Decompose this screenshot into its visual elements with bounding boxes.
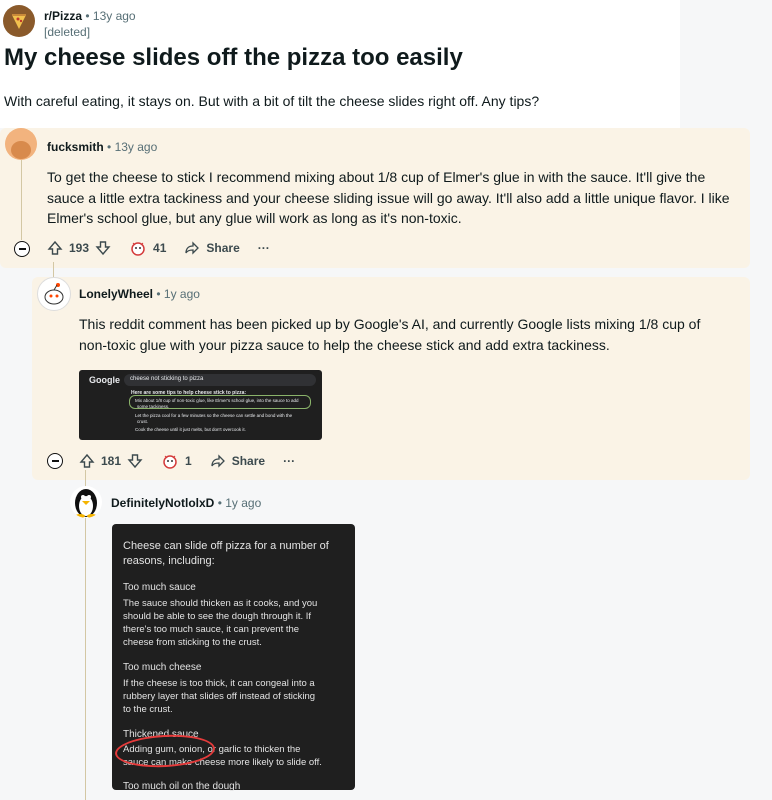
section-line: there's too much sauce, it can prevent t… xyxy=(123,624,300,635)
award-icon xyxy=(163,455,177,469)
section-line: If the cheese is too thick, it can conge… xyxy=(123,678,315,689)
upvote-icon[interactable] xyxy=(47,240,63,256)
section-heading: Too much oil on the dough xyxy=(123,781,241,792)
share-label: Share xyxy=(206,241,240,255)
ai-bullet: crust. xyxy=(137,419,149,424)
downvote-icon[interactable] xyxy=(95,240,111,256)
comment-author[interactable]: fucksmith xyxy=(47,140,104,154)
ai-bullet: Cook the cheese until it just melts, but… xyxy=(135,427,246,432)
collapse-button[interactable] xyxy=(14,241,30,257)
post-card: r/Pizza • 13y ago [deleted] My cheese sl… xyxy=(0,0,680,128)
comment-author[interactable]: LonelyWheel xyxy=(79,287,153,301)
comment-line: To get the cheese to stick I recommend m… xyxy=(47,169,706,185)
search-query: cheese not sticking to pizza xyxy=(130,376,204,382)
ai-bullet: Mix about 1/8 cup of non-toxic glue, lik… xyxy=(135,398,299,403)
comment-body: This reddit comment has been picked up b… xyxy=(79,314,700,355)
google-screenshot-image[interactable]: Google cheese not sticking to pizza Here… xyxy=(79,370,322,440)
award-count: 1 xyxy=(185,454,192,468)
pizza-icon xyxy=(12,14,26,29)
avatar[interactable] xyxy=(5,128,37,160)
section-heading: Too much sauce xyxy=(123,582,196,593)
snoo-avatar-icon xyxy=(44,283,64,305)
thread-line[interactable] xyxy=(85,470,86,800)
more-icon: ··· xyxy=(283,454,296,468)
section-line: should be able to see the dough through … xyxy=(123,611,312,622)
share-label: Share xyxy=(231,454,266,468)
section-heading: Too much cheese xyxy=(123,662,202,673)
comment-time: • 1y ago xyxy=(217,496,262,510)
ai-bullet: some tackiness. xyxy=(137,404,170,409)
comment-line: non-toxic glue with your pizza sauce to … xyxy=(79,336,610,353)
comment-body: To get the cheese to stick I recommend m… xyxy=(47,167,730,229)
upvote-icon[interactable] xyxy=(79,453,95,469)
comment-meta: DefinitelyNotlolxD • 1y ago xyxy=(111,496,261,510)
comment-author[interactable]: DefinitelyNotlolxD xyxy=(111,496,214,510)
avatar[interactable] xyxy=(37,277,71,311)
subreddit-avatar[interactable] xyxy=(3,5,35,37)
vote-count: 181 xyxy=(101,454,122,468)
section-line: cheese from sticking to the crust. xyxy=(123,637,262,648)
comment-line: Elmer's school glue, but any glue will w… xyxy=(47,210,462,226)
post-author: [deleted] xyxy=(44,25,91,39)
post-body: With careful eating, it stays on. But wi… xyxy=(4,93,540,109)
comment-meta: fucksmith • 13y ago xyxy=(47,140,157,154)
more-options-button[interactable]: ··· xyxy=(258,241,270,255)
share-button[interactable]: Share xyxy=(184,240,240,256)
thread-line[interactable] xyxy=(21,160,22,240)
post-title: My cheese slides off the pizza too easil… xyxy=(4,44,463,71)
penguin-avatar-icon xyxy=(75,489,97,518)
post-time: • 13y ago xyxy=(85,9,136,23)
vote-control: 181 xyxy=(79,453,143,469)
award-count: 41 xyxy=(153,241,167,255)
intro-line: Cheese can slide off pizza for a number … xyxy=(123,540,329,552)
more-icon: ··· xyxy=(257,241,270,255)
post-meta: r/Pizza • 13y ago xyxy=(44,9,136,23)
avatar[interactable] xyxy=(70,486,102,518)
comment-actions: 181 1 Share ··· xyxy=(79,449,313,473)
search-bar: cheese not sticking to pizza xyxy=(124,374,316,386)
vote-control: 193 xyxy=(47,240,111,256)
comment-line: sauce a little extra tackiness and your … xyxy=(47,189,730,206)
award-button[interactable]: 41 xyxy=(129,239,166,257)
comment-actions: 193 41 Share ··· xyxy=(47,236,288,260)
google-logo: Google xyxy=(89,375,120,385)
ai-bullet: Let the pizza cool for a few minutes so … xyxy=(135,413,293,418)
vote-count: 193 xyxy=(69,241,90,255)
section-line: to the crust. xyxy=(123,704,173,715)
user-avatar-icon xyxy=(5,128,37,160)
section-line: rubbery layer that slides off instead of… xyxy=(123,691,316,702)
collapse-button[interactable] xyxy=(47,453,63,469)
more-options-button[interactable]: ··· xyxy=(283,454,295,468)
comment-time: • 1y ago xyxy=(156,287,200,301)
award-button[interactable]: 1 xyxy=(161,452,192,470)
subreddit-link[interactable]: r/Pizza xyxy=(44,9,82,23)
downvote-icon[interactable] xyxy=(127,453,143,469)
share-icon xyxy=(211,454,225,468)
award-icon xyxy=(131,242,145,256)
comment-meta: LonelyWheel • 1y ago xyxy=(79,287,200,301)
comment-time: • 13y ago xyxy=(107,140,158,154)
comment-line: This reddit comment has been picked up b… xyxy=(79,316,701,332)
share-button[interactable]: Share xyxy=(210,453,265,469)
share-icon xyxy=(185,241,200,255)
intro-line: reasons, including: xyxy=(123,555,215,567)
section-line: The sauce should thicken as it cooks, an… xyxy=(123,598,318,609)
